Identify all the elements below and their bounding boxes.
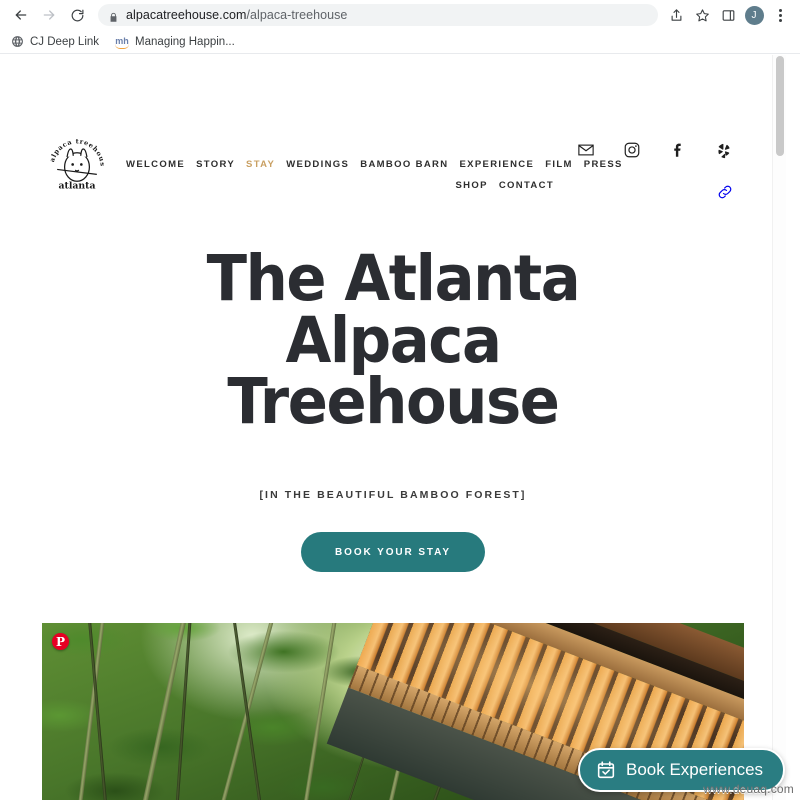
bookmark-item-managing-happiness[interactable]: mh Managing Happin... [115, 35, 235, 49]
main-navigation: WELCOME STORY STAY WEDDINGS BAMBOO BARN EXPER… [126, 153, 621, 195]
bookmark-label: CJ Deep Link [30, 35, 100, 48]
bookmark-item-cj-deep-link[interactable]: CJ Deep Link [10, 35, 99, 49]
nav-item-shop[interactable]: SHOP [455, 180, 487, 191]
nav-item-film[interactable]: FILM [545, 159, 573, 170]
address-bar-text: alpacatreehouse.com/alpaca-treehouse [126, 8, 347, 22]
hero-cta-wrapper: BOOK YOUR STAY [0, 532, 786, 573]
forward-button[interactable] [36, 2, 62, 28]
globe-icon [10, 35, 24, 49]
bookmark-star-icon[interactable] [690, 3, 714, 27]
nav-item-stay[interactable]: STAY [246, 159, 275, 170]
browser-toolbar: alpacatreehouse.com/alpaca-treehouse J [0, 0, 800, 30]
page-title: The Atlanta Alpaca Treehouse [111, 247, 675, 433]
hero-tagline: [IN THE BEAUTIFUL BAMBOO FOREST] [259, 489, 527, 502]
nav-item-story[interactable]: STORY [196, 159, 235, 170]
book-your-stay-button[interactable]: BOOK YOUR STAY [301, 532, 485, 573]
bookmark-label: Managing Happin... [135, 35, 235, 48]
pinterest-save-icon[interactable]: P [52, 633, 69, 650]
hero-heading-line1: The Atlanta Alpaca [206, 242, 581, 377]
url-path: /alpaca-treehouse [246, 8, 348, 22]
browser-window: alpacatreehouse.com/alpaca-treehouse J C… [0, 0, 800, 800]
web-page: alpaca treehouse atlanta WELCOM [0, 55, 786, 800]
lock-icon [108, 10, 119, 22]
instagram-icon[interactable] [622, 140, 642, 160]
url-domain: alpacatreehouse.com [126, 8, 247, 22]
nav-row-primary: WELCOME STORY STAY WEDDINGS BAMBOO BARN EXPER… [126, 153, 621, 174]
svg-text:atlanta: atlanta [59, 181, 96, 192]
page-viewport: alpaca treehouse atlanta WELCOM [0, 55, 800, 800]
nav-row-secondary: SHOP CONTACT [126, 174, 566, 195]
social-links-secondary [716, 183, 734, 206]
site-logo[interactable]: alpaca treehouse atlanta [44, 125, 108, 193]
page-scrollbar[interactable] [772, 55, 786, 800]
profile-avatar[interactable]: J [742, 3, 766, 27]
nav-item-bamboo-barn[interactable]: BAMBOO BARN [360, 159, 448, 170]
address-bar[interactable]: alpacatreehouse.com/alpaca-treehouse [98, 4, 658, 26]
yelp-icon[interactable] [714, 140, 734, 160]
site-header: alpaca treehouse atlanta WELCOM [0, 55, 786, 199]
nav-item-weddings[interactable]: WEDDINGS [286, 159, 349, 170]
calendar-check-icon [596, 760, 616, 780]
mail-icon[interactable] [576, 140, 596, 160]
nav-item-contact[interactable]: CONTACT [499, 180, 554, 191]
back-button[interactable] [8, 2, 34, 28]
nav-item-welcome[interactable]: WELCOME [126, 159, 185, 170]
link-icon[interactable] [716, 183, 734, 206]
hero-heading-line2: Treehouse [227, 365, 560, 439]
nav-item-press[interactable]: PRESS [584, 159, 623, 170]
social-links [576, 140, 734, 160]
watermark: www.deuaq.com [703, 782, 794, 796]
kebab-dots [778, 8, 782, 22]
hero-section: The Atlanta Alpaca Treehouse [IN THE BEA… [0, 170, 786, 573]
reload-button[interactable] [64, 2, 90, 28]
book-experiences-label: Book Experiences [626, 760, 764, 779]
scrollbar-thumb[interactable] [776, 56, 784, 156]
nav-item-experience[interactable]: EXPERIENCE [459, 159, 534, 170]
facebook-icon[interactable] [668, 140, 688, 160]
avatar: J [744, 5, 764, 25]
share-icon[interactable] [664, 3, 688, 27]
side-panel-icon[interactable] [716, 3, 740, 27]
mh-favicon: mh [115, 36, 129, 49]
chrome-menu-icon[interactable] [768, 3, 792, 27]
bookmarks-bar: CJ Deep Link mh Managing Happin... [0, 30, 800, 54]
